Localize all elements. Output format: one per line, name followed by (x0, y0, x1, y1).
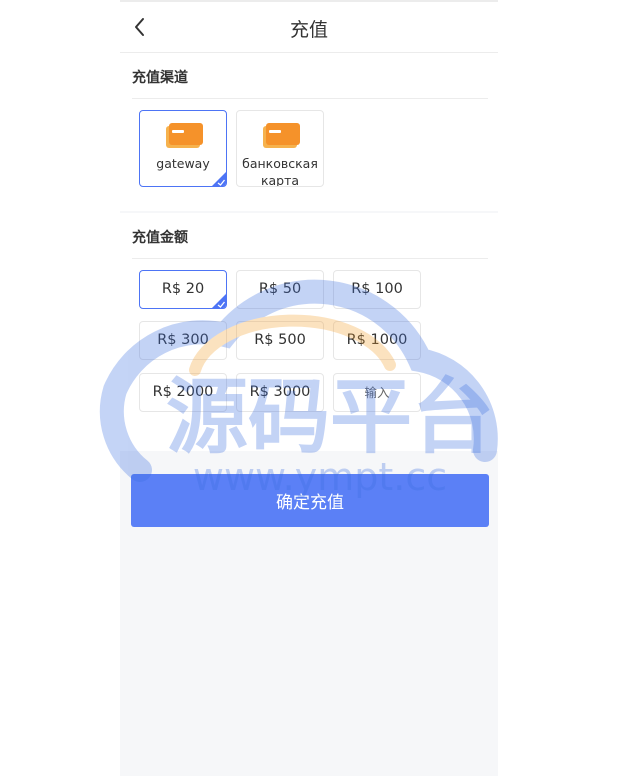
amount-label: R$ 3000 (249, 384, 311, 400)
divider (132, 98, 488, 99)
amount-label: R$ 2000 (152, 384, 214, 400)
channel-label: банковская карта (242, 156, 318, 187)
amount-label: R$ 1000 (346, 332, 408, 348)
amount-option[interactable]: R$ 100 (333, 270, 421, 309)
amount-section: 充值金额 R$ 20 R$ 50 R$ 100 R$ 300 R$ 500 R$… (120, 213, 498, 451)
amount-option[interactable]: R$ 50 (236, 270, 324, 309)
channel-option-bank-card[interactable]: банковская карта (236, 110, 324, 187)
amount-option[interactable]: R$ 3000 (236, 373, 324, 412)
page-title: 充值 (289, 19, 328, 41)
amount-label: R$ 20 (161, 281, 205, 297)
selected-check-icon (212, 294, 226, 308)
channel-section-title: 充值渠道 (132, 70, 188, 86)
recharge-screen: 充值 充值渠道 gateway банковская карта 充值金额 R$… (120, 0, 498, 776)
amount-option[interactable]: R$ 500 (236, 321, 324, 360)
amount-label: R$ 50 (258, 281, 302, 297)
amount-label: R$ 100 (351, 281, 403, 297)
card-icon (263, 123, 300, 148)
channel-option-gateway[interactable]: gateway (139, 110, 227, 187)
channel-label: gateway (156, 156, 210, 171)
selected-check-icon (212, 172, 226, 186)
header-bar: 充值 (120, 2, 498, 53)
amount-section-title: 充值金额 (132, 230, 188, 246)
custom-amount-input[interactable] (333, 373, 421, 412)
divider (132, 258, 488, 259)
confirm-recharge-button[interactable]: 确定充值 (131, 474, 489, 527)
amount-option[interactable]: R$ 20 (139, 270, 227, 309)
amount-option[interactable]: R$ 2000 (139, 373, 227, 412)
channel-section: 充值渠道 gateway банковская карта (120, 53, 498, 211)
card-icon (166, 123, 203, 148)
amount-option[interactable]: R$ 1000 (333, 321, 421, 360)
amount-label: R$ 500 (254, 332, 306, 348)
amount-label: R$ 300 (157, 332, 209, 348)
amount-option[interactable]: R$ 300 (139, 321, 227, 360)
